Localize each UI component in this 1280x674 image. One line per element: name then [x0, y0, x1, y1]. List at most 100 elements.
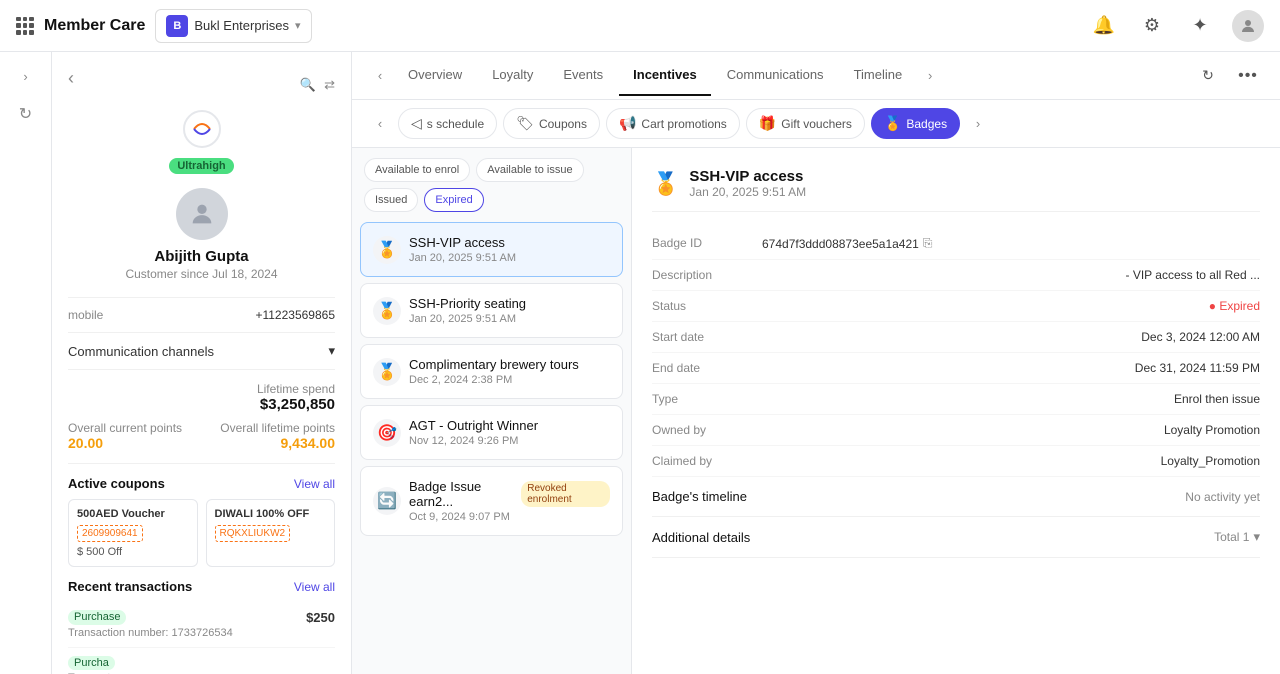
- badge-item-agt[interactable]: 🎯 AGT - Outright Winner Nov 12, 2024 9:2…: [360, 405, 623, 460]
- current-points-value: 20.00: [68, 435, 182, 451]
- transfer-icon[interactable]: ⇄: [324, 77, 335, 93]
- description-label: Description: [652, 268, 762, 282]
- detail-badge-id-row: Badge ID 674d7f3ddd08873ee5a1a421 ⎘: [652, 228, 1260, 260]
- app-title: Member Care: [44, 17, 145, 35]
- vouchers-icon: 🎁: [759, 115, 776, 132]
- badge-item-issue[interactable]: 🔄 Badge Issue earn2... Revoked enrolment…: [360, 466, 623, 536]
- badge-date: Jan 20, 2025 9:51 AM: [409, 252, 516, 264]
- type-label: Type: [652, 392, 762, 406]
- schedule-icon: ◁: [411, 115, 422, 132]
- spend-value: $3,250,850: [68, 396, 335, 413]
- spend-label: Lifetime spend: [68, 382, 335, 396]
- detail-type-row: Type Enrol then issue: [652, 384, 1260, 415]
- tabs-prev-arrow[interactable]: ‹: [368, 64, 392, 88]
- sidebar-toggle[interactable]: ›: [12, 62, 40, 90]
- grid-menu-icon[interactable]: [16, 17, 34, 35]
- end-date-label: End date: [652, 361, 762, 375]
- customer-header: Ultrahigh Abijith Gupta Customer since J…: [68, 109, 335, 298]
- current-points: Overall current points 20.00: [68, 421, 182, 451]
- owned-by-value: Loyalty Promotion: [762, 423, 1260, 437]
- badges-icon: 🏅: [884, 115, 901, 132]
- tab-loyalty[interactable]: Loyalty: [478, 55, 547, 96]
- coupon-name: DIWALI 100% OFF: [215, 508, 327, 520]
- incentives-tabs: ‹ ◁ s schedule 🏷 Coupons 📢 Cart promotio…: [352, 100, 1280, 148]
- tab-communications[interactable]: Communications: [713, 55, 838, 96]
- badge-timeline-section: Badge's timeline No activity yet: [652, 477, 1260, 517]
- coupon-discount: $ 500 Off: [77, 546, 189, 558]
- points-section: Lifetime spend $3,250,850 Overall curren…: [68, 370, 335, 464]
- transactions-title: Recent transactions: [68, 579, 192, 594]
- detail-status-row: Status Expired: [652, 291, 1260, 322]
- comm-channels[interactable]: Communication channels ▾: [68, 333, 335, 370]
- refresh-icon[interactable]: ↻: [1192, 60, 1224, 92]
- detail-end-date-row: End date Dec 31, 2024 11:59 PM: [652, 353, 1260, 384]
- mobile-label: mobile: [68, 308, 103, 322]
- inc-tab-schedule[interactable]: ◁ s schedule: [398, 108, 497, 139]
- inc-tab-cart[interactable]: 📢 Cart promotions: [606, 108, 740, 139]
- sidebar-refresh-icon[interactable]: ↻: [10, 98, 42, 130]
- transaction-item: Purcha Transact: [68, 648, 335, 674]
- coupons-view-all[interactable]: View all: [294, 477, 335, 491]
- badge-item-ssh-vip[interactable]: 🏅 SSH-VIP access Jan 20, 2025 9:51 AM: [360, 222, 623, 277]
- back-button[interactable]: ‹: [68, 68, 74, 89]
- notifications-icon[interactable]: 🔔: [1088, 10, 1120, 42]
- badge-icon: 🏅: [373, 297, 401, 325]
- inc-tab-badges[interactable]: 🏅 Badges: [871, 108, 960, 139]
- tab-incentives[interactable]: Incentives: [619, 55, 711, 96]
- detail-start-date-row: Start date Dec 3, 2024 12:00 AM: [652, 322, 1260, 353]
- settings-icon[interactable]: ⚙: [1136, 10, 1168, 42]
- coupons-header: Active coupons View all: [68, 476, 335, 491]
- coupons-icon: 🏷: [516, 115, 534, 132]
- filter-available-enrol[interactable]: Available to enrol: [364, 158, 470, 182]
- nav-left: Member Care B Bukl Enterprises ▾: [16, 9, 1076, 43]
- inc-tabs-prev[interactable]: ‹: [368, 112, 392, 136]
- timeline-value: No activity yet: [1185, 490, 1260, 504]
- badge-date: Nov 12, 2024 9:26 PM: [409, 435, 538, 447]
- tabs-bar: ‹ Overview Loyalty Events Incentives Com…: [352, 52, 1280, 100]
- search-icon[interactable]: 🔍: [300, 77, 316, 93]
- inc-tab-vouchers[interactable]: 🎁 Gift vouchers: [746, 108, 865, 139]
- badge-name: AGT - Outright Winner: [409, 418, 538, 433]
- inc-tabs-next[interactable]: ›: [966, 112, 990, 136]
- tab-overview[interactable]: Overview: [394, 55, 476, 96]
- more-options-icon[interactable]: •••: [1232, 60, 1264, 92]
- detail-title: SSH-VIP access: [689, 168, 806, 185]
- tab-events[interactable]: Events: [549, 55, 617, 96]
- filter-issued[interactable]: Issued: [364, 188, 418, 212]
- txn-type: Purchase: [68, 610, 126, 625]
- lifetime-spend: Lifetime spend $3,250,850: [68, 382, 335, 413]
- filter-expired[interactable]: Expired: [424, 188, 483, 212]
- chevron-down-icon: ▾: [295, 19, 301, 32]
- filter-available-issue[interactable]: Available to issue: [476, 158, 583, 182]
- detail-description-row: Description - VIP access to all Red ...: [652, 260, 1260, 291]
- coupon-code: 2609909641: [77, 525, 143, 542]
- coupon-item: 500AED Voucher 2609909641 $ 500 Off: [68, 499, 198, 567]
- badge-name: SSH-Priority seating: [409, 296, 526, 311]
- badge-name: SSH-VIP access: [409, 235, 516, 250]
- badge-item-brewery[interactable]: 🏅 Complimentary brewery tours Dec 2, 202…: [360, 344, 623, 399]
- tab-timeline[interactable]: Timeline: [840, 55, 917, 96]
- transactions-view-all[interactable]: View all: [294, 580, 335, 594]
- badge-item-ssh-priority[interactable]: 🏅 SSH-Priority seating Jan 20, 2025 9:51…: [360, 283, 623, 338]
- user-avatar[interactable]: [1232, 10, 1264, 42]
- badge-icon: 🏅: [373, 358, 401, 386]
- badge-icon: 🔄: [373, 487, 401, 515]
- coupon-code: RQKXLIUKW2: [215, 525, 291, 542]
- customer-since: Customer since Jul 18, 2024: [68, 267, 335, 281]
- badge-date: Oct 9, 2024 9:07 PM: [409, 511, 610, 523]
- layout: › ↻ ‹ 🔍 ⇄: [0, 52, 1280, 674]
- detail-badge-icon: 🏅: [652, 171, 679, 197]
- lifetime-points-value: 9,434.00: [220, 435, 335, 451]
- inc-tab-coupons[interactable]: 🏷 Coupons: [503, 108, 600, 139]
- tabs-next-arrow[interactable]: ›: [918, 64, 942, 88]
- badge-date: Jan 20, 2025 9:51 AM: [409, 313, 526, 325]
- inc-tab-cart-label: Cart promotions: [641, 117, 726, 131]
- sparkle-icon[interactable]: ✦: [1184, 10, 1216, 42]
- badge-name: Badge Issue earn2...: [409, 479, 515, 509]
- badge-tag: Revoked enrolment: [521, 481, 610, 507]
- filter-tabs: Available to enrol Available to issue Is…: [352, 148, 631, 222]
- tier-badge: Ultrahigh: [169, 158, 233, 174]
- org-selector[interactable]: B Bukl Enterprises ▾: [155, 9, 311, 43]
- additional-details-section[interactable]: Additional details Total 1 ▾: [652, 517, 1260, 558]
- copy-icon[interactable]: ⎘: [923, 236, 933, 251]
